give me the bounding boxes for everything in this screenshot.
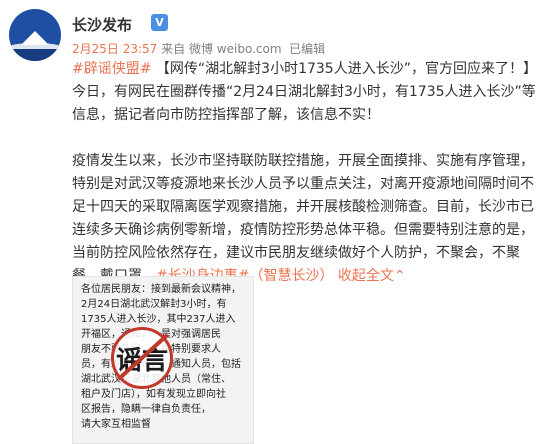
post-time[interactable]: 2月25日 23:57 (72, 42, 157, 56)
image-text-line: 各位居民朋友：接到最新会议精神， (81, 284, 241, 295)
chevron-up-icon: ⌃ (393, 268, 406, 284)
image-text-line: 1735人进入长沙，其中237人进入 (81, 314, 236, 325)
post-image[interactable]: 各位居民朋友：接到最新会议精神， 2月24日湖北武汉解封3小时，有 1735人进… (72, 276, 254, 444)
avatar-logo-base (9, 49, 61, 61)
image-text-line: 租户及门店），如有发现立即向社 (81, 389, 226, 400)
post-source[interactable]: 微博 weibo.com (189, 42, 282, 56)
rumor-stamp: 谣言 (111, 327, 173, 389)
post-edited-label[interactable]: 已编辑 (289, 42, 325, 56)
post-body: #辟谣侠盟# 【网传“湖北解封3小时1735人进入长沙”，官方回应来了！】今日，… (72, 58, 542, 288)
image-text-line: 请大家互相监督 (81, 419, 151, 430)
post-paragraph-2-text: 疫情发生以来，长沙市坚持联防联控措施，开展全面摸排、实施有序管理，特别是对武汉等… (72, 153, 534, 284)
post-paragraph-2: 疫情发生以来，长沙市坚持联防联控措施，开展全面摸排、实施有序管理，特别是对武汉等… (72, 150, 542, 288)
account-avatar[interactable] (9, 9, 61, 61)
post-from-label: 来自 (161, 42, 186, 56)
image-text-line: 区报告，隐瞒一律自负责任， (81, 404, 211, 415)
verified-badge-icon: V (151, 14, 168, 31)
hashtag-rumor-league[interactable]: #辟谣侠盟# (72, 61, 151, 77)
account-name[interactable]: 长沙发布 (72, 14, 132, 35)
post-paragraph-1: #辟谣侠盟# 【网传“湖北解封3小时1735人进入长沙”，官方回应来了！】今日，… (72, 58, 542, 127)
post-meta: 2月25日 23:57 来自 微博 weibo.com 已编辑 (72, 40, 325, 57)
collapse-text-button[interactable]: 收起全文⌃ (338, 268, 406, 284)
image-text-line: 2月24日湖北武汉解封3小时，有 (81, 299, 227, 310)
mention-smart-changsha[interactable]: （智慧长沙） (249, 268, 333, 284)
collapse-text-label: 收起全文 (337, 268, 394, 284)
